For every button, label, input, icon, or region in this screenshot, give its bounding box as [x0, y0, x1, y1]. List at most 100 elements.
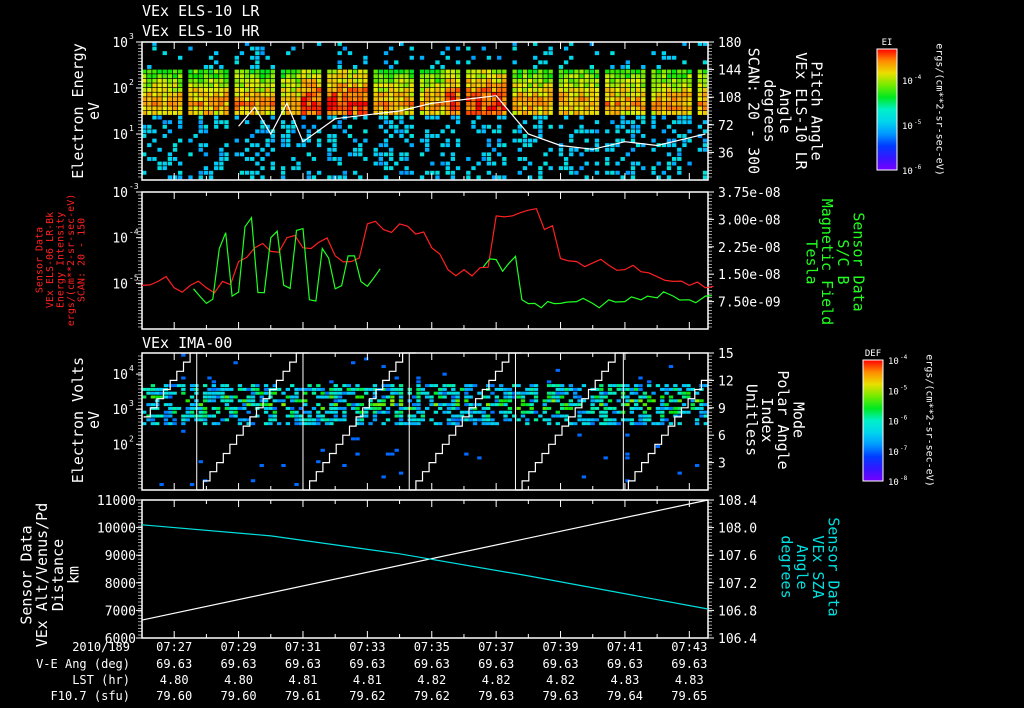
spectrogram-cell: [702, 69, 708, 74]
spectrogram-cell: [641, 78, 646, 83]
y2-tick-label: 108.4: [718, 494, 757, 509]
spectrogram-cell: [620, 106, 625, 111]
spectrogram-cell: [259, 391, 264, 395]
spectrogram-cell: [503, 395, 508, 399]
spectrogram-cell: [455, 60, 461, 65]
spectrogram-cell: [542, 399, 547, 403]
spectrogram-cell: [625, 65, 631, 69]
spectrogram-cell: [219, 74, 224, 79]
spectrogram-cell: [178, 69, 183, 74]
spectrogram-cell: [522, 97, 528, 102]
spectrogram-cell: [172, 97, 178, 102]
spectrogram-cell: [538, 414, 543, 418]
spectrogram-cell: [203, 129, 209, 134]
spectrogram-cell: [666, 101, 672, 106]
spectrogram-cell: [455, 106, 461, 111]
spectrogram-cell: [255, 74, 260, 79]
spectrogram-cell: [574, 83, 579, 88]
spectrogram-cell: [381, 475, 386, 479]
spectrogram-cell: [327, 147, 332, 152]
spectrogram-cell: [581, 422, 587, 426]
spectrogram-cell: [579, 129, 584, 134]
spectrogram-cell: [347, 111, 353, 115]
spectrogram-cell: [162, 106, 167, 111]
spectrogram-cell: [543, 97, 548, 102]
spectrogram-cell: [311, 418, 317, 422]
spectrogram-cell: [162, 51, 167, 56]
spectrogram-cell: [255, 170, 260, 175]
spectrogram-cell: [605, 111, 610, 115]
spectrogram-cell: [303, 418, 308, 422]
spectrogram-cell: [490, 391, 495, 395]
spectrogram-cell: [625, 101, 631, 106]
time-tick-label: 07:35: [414, 640, 450, 654]
spectrogram-cell: [255, 391, 260, 395]
spectrogram-cell: [638, 376, 643, 380]
spectrogram-cell: [579, 69, 584, 74]
spectrogram-cell: [594, 170, 600, 175]
spectrogram-cell: [673, 406, 678, 410]
spectrogram-cell: [573, 422, 578, 426]
y2-tick-label: 144: [718, 64, 742, 79]
spectrogram-cell: [268, 391, 273, 395]
spectrogram-cell: [512, 129, 517, 134]
spectrogram-cell: [522, 83, 528, 88]
spectrogram-cell: [497, 175, 502, 180]
spectrogram-cell: [660, 395, 665, 399]
spectrogram-cell: [260, 78, 265, 83]
spectrogram-cell: [677, 120, 682, 125]
spectrogram-cell: [286, 69, 291, 74]
spectrogram-cell: [502, 74, 507, 79]
spectrogram-cell: [425, 83, 430, 88]
spectrogram-cell: [327, 115, 332, 120]
spectrogram-cell: [668, 365, 674, 369]
spectrogram-cell: [337, 111, 342, 115]
spectrogram-cell: [311, 175, 317, 180]
spectrogram-cell: [589, 111, 594, 115]
axis-title: Electron VoltseV: [69, 357, 103, 483]
spectrogram-cell: [383, 175, 389, 180]
spectrogram-cell: [671, 74, 677, 79]
spectrogram-cell: [276, 422, 282, 426]
spectrogram-cell: [522, 78, 528, 83]
spectrogram-cell: [464, 418, 469, 422]
spectrogram-cell: [630, 101, 636, 106]
spectrogram-cell: [324, 418, 330, 422]
spectrogram-cell: [333, 387, 338, 391]
spectrogram-cell: [404, 124, 409, 129]
spectrogram-cell: [687, 138, 692, 143]
spectrogram-cell: [296, 106, 301, 111]
spectrogram-cell: [590, 399, 595, 403]
spectrogram-cell: [398, 418, 404, 422]
spectrogram-cell: [651, 391, 656, 395]
spectrogram-cell: [455, 403, 460, 407]
spectrogram-cell: [202, 391, 208, 395]
spectrogram-cell: [641, 83, 646, 88]
spectrogram-cell: [497, 88, 502, 92]
spectrogram-cell: [677, 152, 682, 157]
spectrogram-cell: [702, 101, 708, 106]
spectrogram-cell: [189, 406, 195, 410]
spectrogram-cell: [464, 403, 469, 407]
spectrogram-cell: [697, 78, 703, 83]
spectrogram-cell: [272, 399, 277, 403]
spectrogram-cell: [155, 387, 160, 391]
ephemeris-row-label: V-E Ang (deg): [36, 657, 130, 671]
spectrogram-cell: [188, 111, 193, 115]
spectrogram-cell: [548, 106, 553, 111]
spectrogram-cell: [358, 152, 363, 157]
spectrogram-cell: [666, 88, 672, 92]
spectrogram-cell: [214, 83, 219, 88]
spectrogram-cell: [280, 120, 286, 125]
spectrogram-cell: [333, 391, 338, 395]
spectrogram-cell: [239, 106, 245, 111]
spectrogram-cell: [359, 410, 365, 414]
spectrogram-cell: [430, 97, 435, 102]
spectrogram-cell: [445, 83, 450, 88]
spectrogram-cell: [538, 74, 543, 79]
spectrogram-cell: [538, 97, 543, 102]
spectrogram-cell: [677, 115, 682, 120]
spectrogram-cell: [409, 143, 414, 148]
spectrogram-cell: [455, 69, 461, 74]
spectrogram-cell: [520, 403, 526, 407]
